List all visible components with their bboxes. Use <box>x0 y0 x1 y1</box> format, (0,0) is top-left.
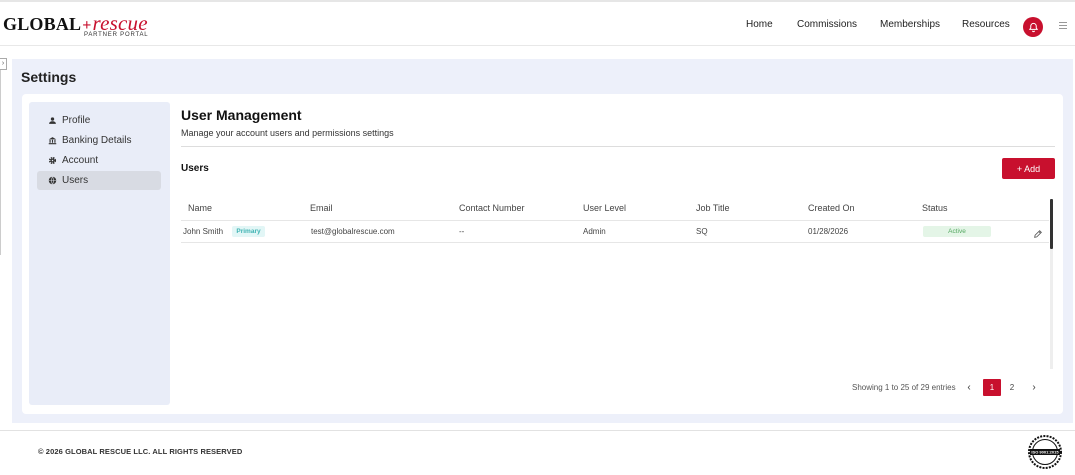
section-title: User Management <box>181 107 302 123</box>
sidebar-item-label: Account <box>62 155 99 166</box>
iso-badge-text: ISO 9001:2015 <box>1031 450 1059 455</box>
hamburger-menu-icon[interactable] <box>1059 22 1067 30</box>
table-scrollbar-track[interactable] <box>1050 249 1053 369</box>
side-divider <box>0 70 1 255</box>
sidebar-item-label: Profile <box>62 115 91 126</box>
status-badge: Active <box>923 226 991 237</box>
page-1-button[interactable]: 1 <box>983 379 1001 396</box>
column-header-status[interactable]: Status <box>922 203 948 213</box>
globe-icon <box>47 176 57 186</box>
column-header-job-title[interactable]: Job Title <box>696 203 730 213</box>
cell-email: test@globalrescue.com <box>311 227 395 236</box>
nav-resources[interactable]: Resources <box>962 2 1010 46</box>
settings-panel <box>22 94 1063 414</box>
cell-user-level: Admin <box>583 227 606 236</box>
sidebar-item-label: Users <box>62 175 89 186</box>
nav-home[interactable]: Home <box>746 2 773 46</box>
nav-commissions[interactable]: Commissions <box>797 2 857 46</box>
add-user-button[interactable]: + Add <box>1002 158 1055 179</box>
cell-contact-number: -- <box>459 227 465 236</box>
logo-subtitle: PARTNER PORTAL <box>84 32 149 38</box>
footer-divider <box>0 430 1075 431</box>
column-header-user-level[interactable]: User Level <box>583 203 626 213</box>
divider <box>181 146 1055 147</box>
global-rescue-logo[interactable]: GLOBAL+rescue PARTNER PORTAL <box>3 10 163 42</box>
sidebar-item-label: Banking Details <box>62 135 132 146</box>
table-row-divider <box>181 242 1049 243</box>
table-scrollbar-thumb[interactable] <box>1050 199 1053 249</box>
collapse-sidebar-toggle[interactable]: › <box>0 58 7 70</box>
column-header-created-on[interactable]: Created On <box>808 203 855 213</box>
section-subtitle: Manage your account users and permission… <box>181 128 394 138</box>
gear-icon <box>47 156 57 166</box>
pagination-summary: Showing 1 to 25 of 29 entries <box>852 383 956 392</box>
sidebar-item-users[interactable]: Users <box>37 171 161 190</box>
column-header-contact-number[interactable]: Contact Number <box>459 203 525 213</box>
bank-icon <box>47 136 57 146</box>
notifications-bell-icon[interactable] <box>1023 17 1043 37</box>
table-header-divider <box>181 220 1049 221</box>
next-page-chevron-icon[interactable]: › <box>1028 380 1040 394</box>
cell-job-title: SQ <box>696 227 708 236</box>
cell-name: John Smith <box>183 227 224 236</box>
nav-memberships[interactable]: Memberships <box>880 2 940 46</box>
previous-page-chevron-icon[interactable]: ‹ <box>963 380 975 394</box>
sidebar-item-banking-details[interactable]: Banking Details <box>37 131 161 150</box>
cell-created-on: 01/28/2026 <box>808 227 849 236</box>
top-bar: GLOBAL+rescue PARTNER PORTAL Home Commis… <box>0 0 1075 46</box>
person-icon <box>47 116 57 126</box>
users-heading: Users <box>181 163 209 174</box>
column-header-email[interactable]: Email <box>310 203 333 213</box>
sidebar-item-profile[interactable]: Profile <box>37 111 161 130</box>
column-header-name[interactable]: Name <box>188 203 212 213</box>
page-2-button[interactable]: 2 <box>1006 380 1018 394</box>
copyright-text: © 2026 GLOBAL RESCUE LLC. ALL RIGHTS RES… <box>38 447 243 456</box>
primary-badge: Primary <box>232 226 265 237</box>
edit-pencil-icon[interactable] <box>1033 226 1043 238</box>
page-title: Settings <box>21 69 77 85</box>
sidebar-item-account[interactable]: Account <box>37 151 161 170</box>
iso-certification-badge-icon: ISO 9001:2015 <box>1027 434 1063 470</box>
